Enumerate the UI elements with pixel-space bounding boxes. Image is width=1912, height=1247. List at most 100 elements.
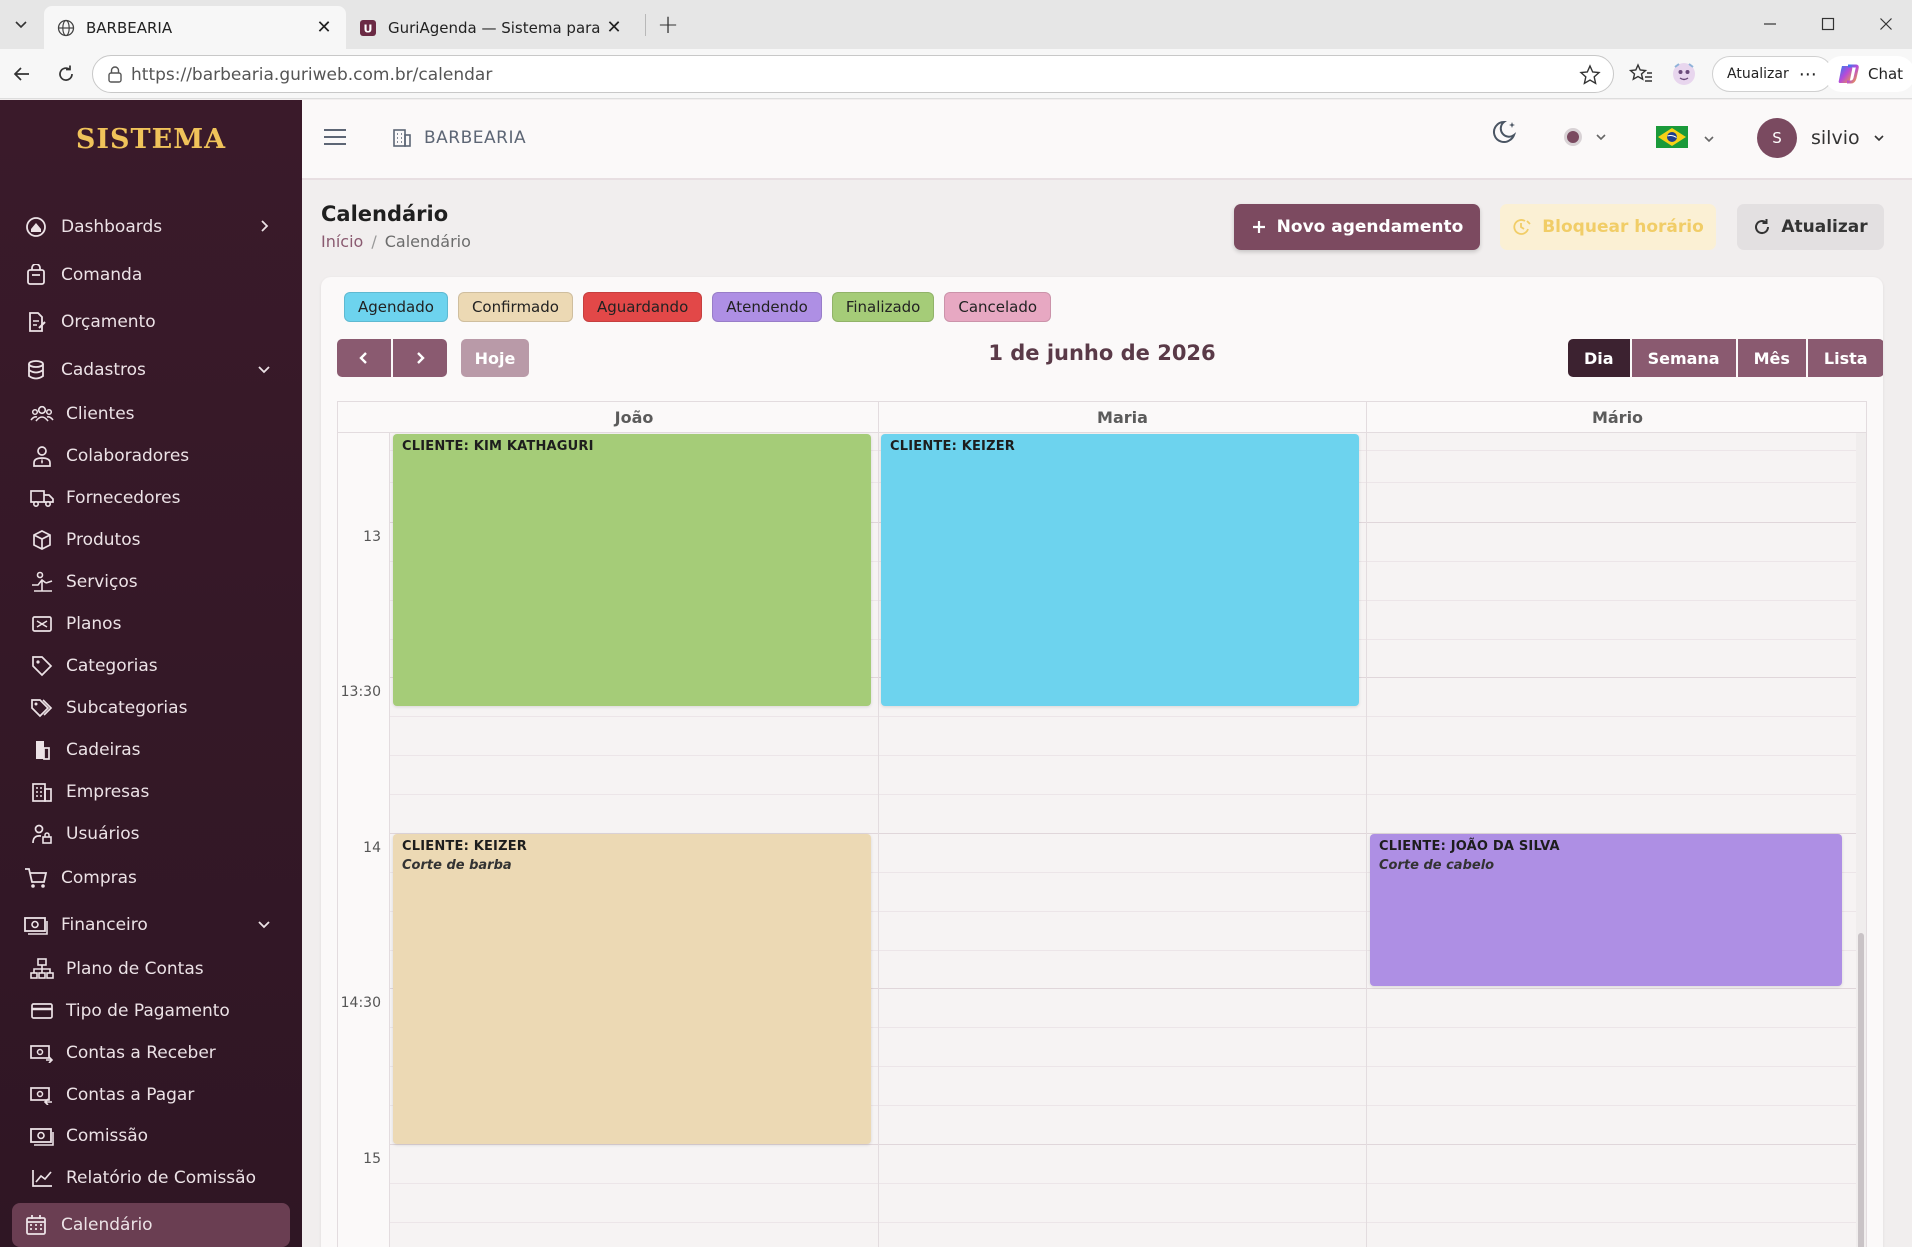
sidebar-item-relatorio-de-comissao[interactable]: Relatório de Comissão <box>30 1160 290 1196</box>
legend-finalizado: Finalizado <box>831 292 935 322</box>
arrow-left-icon <box>13 67 29 81</box>
sidebar-item-label: Usuários <box>66 824 140 844</box>
menu-toggle-button[interactable] <box>322 126 348 152</box>
browser-tab-guriagenda[interactable]: U GuriAgenda — Sistema para clínic ✕ <box>346 6 636 49</box>
sidebar-item-cadastros[interactable]: Cadastros <box>12 350 290 390</box>
slot-line <box>390 1183 1866 1184</box>
favorite-star-icon[interactable] <box>1579 64 1601 90</box>
breadcrumb-home-link[interactable]: Início <box>321 232 363 251</box>
site-info-icon[interactable] <box>107 65 123 87</box>
cash-icon <box>30 1124 54 1148</box>
sidebar-item-label: Empresas <box>66 782 150 802</box>
sidebar-item-empresas[interactable]: Empresas <box>30 774 290 810</box>
block-time-button[interactable]: Bloquear horário <box>1500 204 1716 250</box>
maximize-button[interactable] <box>1806 8 1850 40</box>
sidebar-item-label: Clientes <box>66 404 135 424</box>
appointment-event[interactable]: CLIENTE: KEIZER Corte de barba <box>393 834 871 1144</box>
main-content: Calendário Início / Calendário Novo agen… <box>302 182 1912 1247</box>
profile-avatar-button[interactable] <box>1668 58 1700 90</box>
sidebar-item-calendario[interactable]: Calendário <box>12 1203 290 1247</box>
new-tab-button[interactable]: + <box>652 10 684 40</box>
browser-update-button[interactable]: Atualizar ⋯ <box>1712 56 1833 92</box>
sidebar-item-planos[interactable]: Planos <box>30 606 290 642</box>
bag-icon <box>24 263 48 287</box>
organization-selector[interactable]: BARBEARIA <box>392 128 526 148</box>
breadcrumb-separator: / <box>371 232 377 251</box>
sidebar-item-servicos[interactable]: Serviços <box>30 564 290 600</box>
sidebar-item-compras[interactable]: Compras <box>12 858 290 898</box>
more-options-icon[interactable]: ⋯ <box>1799 64 1818 85</box>
theme-color-selector[interactable] <box>1564 118 1608 146</box>
building-icon <box>30 780 54 804</box>
refresh-button[interactable]: Atualizar <box>1737 204 1884 250</box>
view-week-button[interactable]: Semana <box>1631 339 1736 377</box>
address-bar[interactable]: https://barbearia.guriweb.com.br/calenda… <box>92 55 1614 93</box>
sidebar-item-produtos[interactable]: Produtos <box>30 522 290 558</box>
sidebar-item-cadeiras[interactable]: Cadeiras <box>30 732 290 768</box>
sidebar-item-fornecedores[interactable]: Fornecedores <box>30 480 290 516</box>
sidebar-item-usuarios[interactable]: Usuários <box>30 816 290 852</box>
user-menu[interactable]: S silvio <box>1757 118 1886 158</box>
sidebar-item-label: Relatório de Comissão <box>66 1168 256 1188</box>
sidebar-item-subcategorias[interactable]: Subcategorias <box>30 690 290 726</box>
back-button[interactable] <box>6 58 38 90</box>
next-day-button[interactable] <box>393 339 447 377</box>
close-tab-icon[interactable]: ✕ <box>604 17 624 38</box>
calendar-scrollbar[interactable] <box>1856 433 1866 1247</box>
favorites-button[interactable] <box>1625 58 1657 90</box>
view-month-button[interactable]: Mês <box>1737 339 1806 377</box>
view-day-button[interactable]: Dia <box>1568 339 1630 377</box>
appointment-event[interactable]: CLIENTE: KEIZER <box>881 434 1359 706</box>
chevron-down-icon <box>258 921 270 929</box>
hamburger-icon <box>324 129 346 145</box>
sidebar-item-label: Cadastros <box>61 360 146 380</box>
sidebar-item-plano-de-contas[interactable]: Plano de Contas <box>30 951 290 987</box>
language-selector[interactable] <box>1656 118 1716 148</box>
chart-line-icon <box>30 1166 54 1190</box>
close-tab-icon[interactable]: ✕ <box>314 17 334 38</box>
browser-tab-barbearia[interactable]: BARBEARIA ✕ <box>44 6 346 49</box>
sidebar-item-comanda[interactable]: Comanda <box>12 255 290 295</box>
guriagenda-favicon-icon: U <box>358 18 378 38</box>
sidebar-item-label: Subcategorias <box>66 698 188 718</box>
box-icon <box>30 528 54 552</box>
minimize-button[interactable] <box>1748 8 1792 40</box>
scrollbar-thumb[interactable] <box>1858 933 1864 1247</box>
sidebar-item-categorias[interactable]: Categorias <box>30 648 290 684</box>
sidebar-item-dashboards[interactable]: Dashboards <box>12 207 290 247</box>
chevron-left-icon <box>359 352 367 364</box>
sidebar-item-contas-a-pagar[interactable]: Contas a Pagar <box>30 1077 290 1113</box>
prev-day-button[interactable] <box>337 339 391 377</box>
sidebar-item-label: Financeiro <box>61 915 148 935</box>
new-appointment-button[interactable]: Novo agendamento <box>1234 204 1480 250</box>
sidebar-item-colaboradores[interactable]: Colaboradores <box>30 438 290 474</box>
slot-line <box>390 794 1866 795</box>
view-list-button[interactable]: Lista <box>1807 339 1883 377</box>
reload-button[interactable] <box>50 58 82 90</box>
today-button[interactable]: Hoje <box>461 339 529 377</box>
database-icon <box>24 358 48 382</box>
tab-separator <box>645 14 646 36</box>
tab-list-button[interactable] <box>5 9 37 39</box>
sidebar-item-label: Cadeiras <box>66 740 141 760</box>
sidebar-item-financeiro[interactable]: Financeiro <box>12 905 290 945</box>
close-window-button[interactable] <box>1864 8 1908 40</box>
username: silvio <box>1811 127 1860 149</box>
sidebar-item-comissao[interactable]: Comissão <box>30 1118 290 1154</box>
plus-icon <box>1252 221 1265 233</box>
sidebar-item-clientes[interactable]: Clientes <box>30 396 290 432</box>
dark-mode-toggle[interactable] <box>1492 118 1520 146</box>
status-legend: Agendado Confirmado Aguardando Atendendo… <box>344 292 1052 322</box>
sidebar-item-tipo-de-pagamento[interactable]: Tipo de Pagamento <box>30 993 290 1029</box>
refresh-label: Atualizar <box>1781 217 1868 237</box>
chair-icon <box>30 738 54 762</box>
sidebar-item-contas-a-receber[interactable]: Contas a Receber <box>30 1035 290 1071</box>
app-header: BARBEARIA S silvio <box>302 100 1912 180</box>
appointment-event[interactable]: CLIENTE: JOÃO DA SILVA Corte de cabelo <box>1370 834 1842 986</box>
tags-icon <box>30 696 54 720</box>
document-edit-icon <box>24 310 48 334</box>
sidebar-item-orcamento[interactable]: Orçamento <box>12 302 290 342</box>
copilot-chat-button[interactable]: Chat <box>1824 56 1912 92</box>
sidebar-item-label: Produtos <box>66 530 141 550</box>
appointment-event[interactable]: CLIENTE: KIM KATHAGURI <box>393 434 871 706</box>
